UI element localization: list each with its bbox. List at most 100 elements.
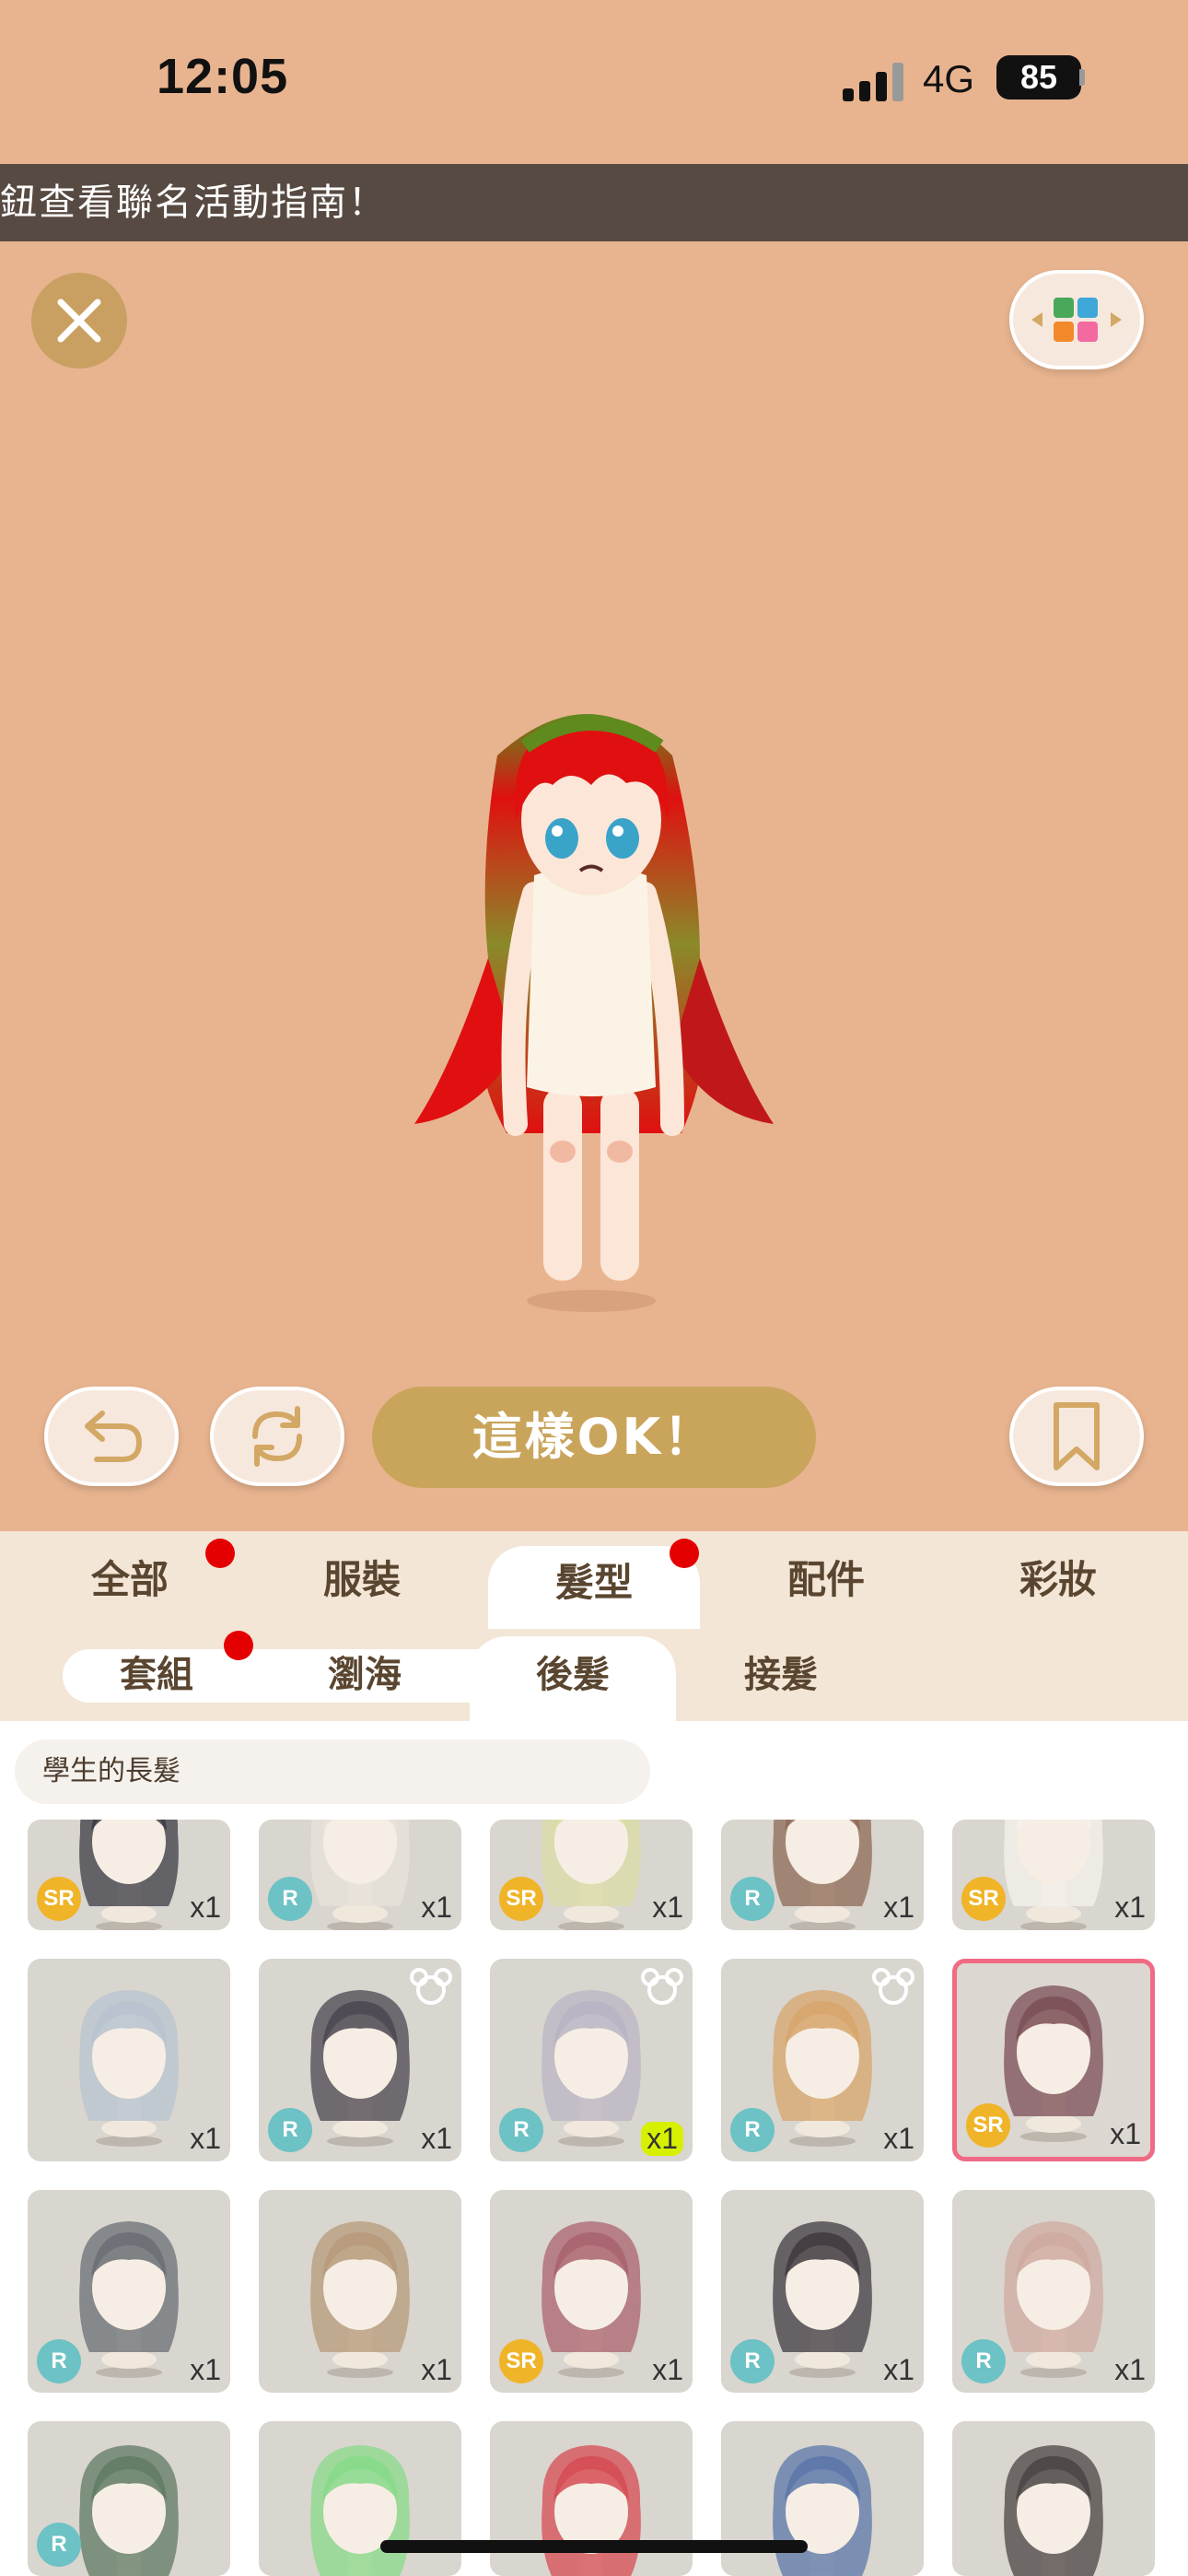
- rarity-badge: SR: [37, 1877, 81, 1921]
- hair-item-card[interactable]: [952, 2421, 1155, 2576]
- hair-item-card[interactable]: x1: [28, 1959, 230, 2161]
- status-time: 12:05: [157, 49, 289, 104]
- tab-all[interactable]: 全部: [24, 1531, 236, 1629]
- tab-set[interactable]: 套組: [64, 1629, 249, 1721]
- hairstyle-preview-icon: [310, 1990, 410, 2147]
- tab-accessories[interactable]: 配件: [720, 1531, 932, 1629]
- hair-item-card[interactable]: SR x1: [952, 1820, 1155, 1930]
- item-quantity: x1: [883, 1891, 914, 1924]
- close-button[interactable]: [31, 273, 127, 369]
- item-quantity: x1: [190, 1891, 221, 1924]
- hairstyle-preview-icon: [79, 2445, 179, 2576]
- hair-item-card[interactable]: Rx1: [259, 1959, 461, 2161]
- network-type: 4G: [923, 57, 975, 100]
- undo-icon: [85, 1411, 143, 1462]
- undo-button[interactable]: [44, 1387, 179, 1486]
- notification-dot: [224, 1631, 253, 1660]
- hair-item-card[interactable]: SR x1: [490, 2190, 693, 2393]
- refresh-icon: [252, 1406, 302, 1467]
- hairstyle-preview-icon: [79, 1990, 179, 2147]
- hair-item-card[interactable]: x1: [259, 2190, 461, 2393]
- hairstyle-preview-icon: [773, 1990, 872, 2147]
- cellular-signal-icon: [843, 63, 903, 101]
- tab-hair-extension[interactable]: 接髮: [689, 1629, 873, 1721]
- hair-item-card[interactable]: Rx1: [721, 2190, 924, 2393]
- tab-hairstyle[interactable]: 髮型: [488, 1546, 700, 1629]
- hairstyle-preview-icon: [773, 2221, 872, 2378]
- rarity-badge: R: [961, 2339, 1006, 2383]
- hairstyle-preview-icon: [1004, 2445, 1103, 2576]
- rarity-badge: SR: [499, 2339, 543, 2383]
- close-icon: [57, 299, 101, 343]
- category-tab-bar: 全部 服裝 髮型 配件 彩妝: [0, 1531, 1188, 1629]
- bear-icon: [641, 1968, 683, 2005]
- hairstyle-preview-icon: [1004, 1820, 1103, 1930]
- item-quantity: x1: [190, 2122, 221, 2155]
- confirm-ok-button[interactable]: 這樣OK！: [372, 1387, 816, 1488]
- hairstyle-preview-icon: [79, 2221, 179, 2378]
- randomize-button[interactable]: [210, 1387, 344, 1486]
- rarity-badge: R: [730, 2108, 775, 2152]
- rarity-badge: R: [499, 2108, 543, 2152]
- hair-item-card[interactable]: Rx1: [490, 1959, 693, 2161]
- hairstyle-preview-icon: [79, 1820, 179, 1930]
- layout-toggle-button[interactable]: [1009, 270, 1144, 369]
- item-quantity: x1: [421, 2122, 452, 2155]
- rarity-badge: R: [268, 2108, 312, 2152]
- rarity-badge: R: [37, 2339, 81, 2383]
- rarity-badge: R: [268, 1877, 312, 1921]
- avatar-character: [414, 714, 774, 1312]
- hairstyle-preview-icon: [542, 2445, 641, 2576]
- hairstyle-preview-icon: [542, 2221, 641, 2378]
- bear-icon: [872, 1968, 914, 2005]
- item-quantity: x1: [652, 2353, 683, 2386]
- hairstyle-preview-icon: [542, 1820, 641, 1930]
- rarity-badge: R: [37, 2523, 81, 2567]
- home-indicator[interactable]: [380, 2540, 808, 2553]
- hairstyle-preview-icon: [310, 2221, 410, 2378]
- hair-item-card[interactable]: Rx1: [952, 2190, 1155, 2393]
- hair-item-card[interactable]: Rx1: [721, 1959, 924, 2161]
- rarity-badge: R: [730, 1877, 775, 1921]
- rarity-badge: SR: [499, 1877, 543, 1921]
- item-quantity: x1: [1114, 2353, 1146, 2386]
- hair-item-card[interactable]: R: [28, 2421, 230, 2576]
- item-quantity: x1: [421, 1891, 452, 1924]
- hair-item-card[interactable]: SR x1: [490, 1820, 693, 1930]
- item-quantity: x1: [883, 2122, 914, 2155]
- notification-dot: [670, 1539, 699, 1568]
- tab-outfit[interactable]: 服裝: [256, 1531, 468, 1629]
- item-quantity: x1: [1114, 1891, 1146, 1924]
- hairstyle-preview-icon: [773, 2445, 872, 2576]
- tab-makeup[interactable]: 彩妝: [952, 1531, 1164, 1629]
- bear-icon: [410, 1968, 452, 2005]
- hair-item-card[interactable]: Rx1: [28, 2190, 230, 2393]
- hair-item-card[interactable]: Rx1: [721, 1820, 924, 1930]
- tab-back-hair[interactable]: 後髮: [470, 1636, 676, 1721]
- rarity-badge: SR: [961, 1877, 1006, 1921]
- hair-item-card[interactable]: Rx1: [259, 1820, 461, 1930]
- bookmark-icon: [1054, 1402, 1100, 1470]
- hairstyle-preview-icon: [1004, 2221, 1103, 2378]
- color-grid-icon: [1031, 298, 1122, 342]
- notification-dot: [205, 1539, 235, 1568]
- selected-item-name: 學生的長髮: [15, 1739, 650, 1804]
- item-quantity: x1: [190, 2353, 221, 2386]
- hairstyle-preview-icon: [773, 1820, 872, 1930]
- item-quantity: x1: [1110, 2117, 1141, 2150]
- battery-tip: [1079, 69, 1085, 86]
- tab-bangs[interactable]: 瀏海: [273, 1629, 457, 1721]
- item-quantity: x1: [883, 2353, 914, 2386]
- hairstyle-preview-icon: [310, 1820, 410, 1930]
- item-quantity: x1: [652, 1891, 683, 1924]
- bookmark-button[interactable]: [1009, 1387, 1144, 1486]
- hair-item-card[interactable]: SR x1: [952, 1959, 1155, 2161]
- hair-item-card[interactable]: SR x1: [28, 1820, 230, 1930]
- battery-icon: 85: [996, 55, 1081, 100]
- item-quantity: x1: [421, 2353, 452, 2386]
- event-banner[interactable]: 鈕查看聯名活動指南！: [0, 164, 1188, 241]
- rarity-badge: SR: [966, 2103, 1010, 2148]
- item-quantity: x1: [641, 2122, 683, 2156]
- hairstyle-preview-icon: [542, 1990, 641, 2147]
- hairstyle-preview-icon: [310, 2445, 410, 2576]
